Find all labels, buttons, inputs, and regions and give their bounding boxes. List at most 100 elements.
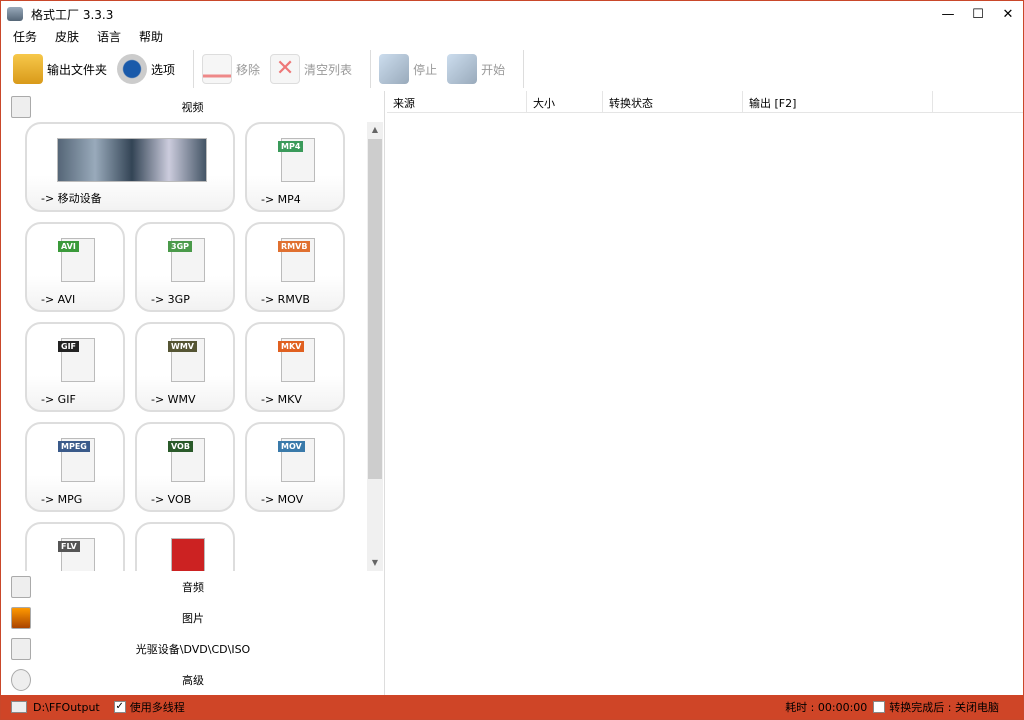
output-folder-button[interactable]: 输出文件夹 — [13, 54, 107, 84]
minimize-button[interactable]: — — [933, 1, 963, 27]
format-label: -> MOV — [261, 493, 303, 506]
format-badge: MKV — [278, 341, 304, 352]
advanced-icon — [11, 669, 31, 691]
music-icon — [11, 576, 31, 598]
file-format-icon — [171, 538, 205, 571]
format-badge: AVI — [58, 241, 79, 252]
format-tile[interactable]: -> 移动设备 — [25, 122, 235, 212]
format-label: -> AVI — [41, 293, 75, 306]
category-rom[interactable]: 光驱设备\DVD\CD\ISO — [1, 633, 385, 664]
file-format-icon: AVI — [61, 238, 95, 282]
file-format-icon: FLV — [61, 538, 95, 571]
after-conversion-label: 转换完成后 : 关闭电脑 — [889, 699, 999, 715]
clear-icon: ✕ — [270, 54, 300, 84]
file-format-icon: RMVB — [281, 238, 315, 282]
scrollbar[interactable]: ▲▼ — [367, 122, 383, 571]
format-badge: MPEG — [58, 441, 90, 452]
file-format-icon: GIF — [61, 338, 95, 382]
format-tile[interactable]: MOV -> MOV — [245, 422, 345, 512]
disc-drive-icon — [11, 638, 31, 660]
task-list: 来源 大小 转换状态 输出 [F2] — [387, 91, 1023, 113]
start-button[interactable]: 开始 — [447, 54, 505, 84]
status-bar: D:\FFOutput ✓ 使用多线程 耗时 : 00:00:00 转换完成后 … — [1, 695, 1023, 719]
format-tile[interactable]: RMVB -> RMVB — [245, 222, 345, 312]
format-badge: GIF — [58, 341, 79, 352]
format-label: -> MPG — [41, 493, 82, 506]
clear-list-button[interactable]: ✕清空列表 — [270, 54, 352, 84]
format-tile[interactable]: MKV -> MKV — [245, 322, 345, 412]
column-size[interactable]: 大小 — [527, 91, 603, 112]
menu-language[interactable]: 语言 — [95, 28, 123, 45]
shutdown-checkbox[interactable] — [873, 701, 885, 713]
menu-help[interactable]: 帮助 — [137, 28, 165, 45]
video-clapper-icon — [11, 96, 31, 118]
format-tile[interactable]: 3GP -> 3GP — [135, 222, 235, 312]
folder-icon — [13, 54, 43, 84]
format-label: -> RMVB — [261, 293, 310, 306]
maximize-button[interactable]: ☐ — [963, 1, 993, 27]
column-status[interactable]: 转换状态 — [603, 91, 743, 112]
format-tile[interactable] — [135, 522, 235, 571]
format-badge: 3GP — [168, 241, 192, 252]
remove-icon — [202, 54, 232, 84]
file-format-icon: 3GP — [171, 238, 205, 282]
app-icon — [7, 7, 23, 21]
category-advanced[interactable]: 高级 — [1, 664, 385, 695]
output-folder-icon — [11, 701, 27, 713]
file-format-icon: WMV — [171, 338, 205, 382]
format-tile[interactable]: AVI -> AVI — [25, 222, 125, 312]
mobile-devices-icon — [57, 138, 207, 182]
format-tile[interactable]: FLV — [25, 522, 125, 571]
category-panel: 视频 -> 移动设备 MP4 -> MP4 AVI -> AVI 3GP -> 3GP RMV… — [1, 91, 385, 695]
file-format-icon: MKV — [281, 338, 315, 382]
format-label: -> WMV — [151, 393, 196, 406]
window-title: 格式工厂 3.3.3 — [31, 6, 113, 23]
format-grid: -> 移动设备 MP4 -> MP4 AVI -> AVI 3GP -> 3GP RMVB ->… — [1, 122, 365, 571]
file-format-icon: VOB — [171, 438, 205, 482]
elapsed-time: 耗时 : 00:00:00 — [785, 699, 867, 715]
task-table-header: 来源 大小 转换状态 输出 [F2] — [387, 91, 1023, 113]
format-label: -> GIF — [41, 393, 76, 406]
scroll-down-arrow[interactable]: ▼ — [367, 555, 383, 571]
format-badge: WMV — [168, 341, 197, 352]
format-tile[interactable]: VOB -> VOB — [135, 422, 235, 512]
category-image[interactable]: 图片 — [1, 602, 385, 633]
title-bar: 格式工厂 3.3.3 — ☐ ✕ — [1, 1, 1023, 27]
remove-button[interactable]: 移除 — [202, 54, 260, 84]
format-tile[interactable]: MPEG -> MPG — [25, 422, 125, 512]
menu-task[interactable]: 任务 — [11, 28, 39, 45]
start-icon — [447, 54, 477, 84]
format-badge: FLV — [58, 541, 80, 552]
gear-icon — [117, 54, 147, 84]
column-source[interactable]: 来源 — [387, 91, 527, 112]
format-tile[interactable]: MP4 -> MP4 — [245, 122, 345, 212]
format-badge: RMVB — [278, 241, 310, 252]
scroll-up-arrow[interactable]: ▲ — [367, 122, 383, 138]
format-badge: MOV — [278, 441, 305, 452]
format-label: -> 3GP — [151, 293, 190, 306]
format-badge: VOB — [168, 441, 193, 452]
output-path[interactable]: D:\FFOutput — [33, 701, 100, 714]
picture-icon — [11, 607, 31, 629]
close-button[interactable]: ✕ — [993, 1, 1023, 27]
category-audio[interactable]: 音频 — [1, 571, 385, 602]
file-format-icon: MP4 — [281, 138, 315, 182]
column-output[interactable]: 输出 [F2] — [743, 91, 933, 112]
stop-button[interactable]: 停止 — [379, 54, 437, 84]
options-button[interactable]: 选项 — [117, 54, 175, 84]
menu-skin[interactable]: 皮肤 — [53, 28, 81, 45]
menu-bar: 任务 皮肤 语言 帮助 — [11, 28, 165, 45]
category-video[interactable]: 视频 — [1, 91, 384, 122]
file-format-icon: MPEG — [61, 438, 95, 482]
format-label: -> MP4 — [261, 193, 301, 206]
format-tile[interactable]: WMV -> WMV — [135, 322, 235, 412]
format-badge: MP4 — [278, 141, 303, 152]
file-format-icon: MOV — [281, 438, 315, 482]
format-label: -> MKV — [261, 393, 302, 406]
format-label: -> VOB — [151, 493, 191, 506]
stop-icon — [379, 54, 409, 84]
multithread-label: 使用多线程 — [130, 699, 185, 715]
scroll-thumb[interactable] — [368, 139, 382, 479]
format-tile[interactable]: GIF -> GIF — [25, 322, 125, 412]
multithread-checkbox[interactable]: ✓ — [114, 701, 126, 713]
